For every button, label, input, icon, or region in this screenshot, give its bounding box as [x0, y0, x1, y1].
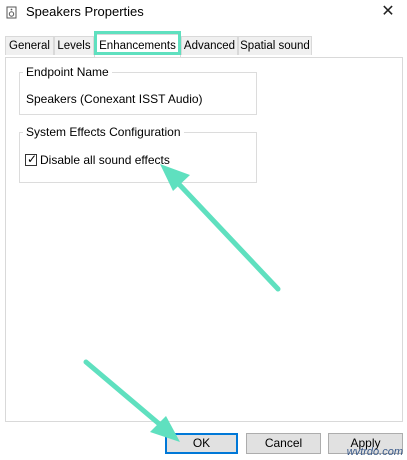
checkmark-icon: ✓ — [27, 152, 38, 166]
tab-spatial-sound[interactable]: Spatial sound — [238, 36, 312, 55]
ok-button[interactable]: OK — [165, 433, 238, 454]
disable-effects-label[interactable]: Disable all sound effects — [40, 153, 170, 167]
endpoint-name-group: Endpoint Name Speakers (Conexant ISST Au… — [19, 65, 257, 115]
system-effects-label: System Effects Configuration — [23, 125, 184, 139]
cancel-button[interactable]: Cancel — [246, 433, 321, 454]
tab-advanced[interactable]: Advanced — [181, 36, 238, 55]
tab-strip: General Levels Enhancements Advanced Spa… — [5, 34, 407, 57]
tab-general[interactable]: General — [5, 36, 54, 55]
speakers-properties-dialog: Speakers Properties ✕ General Levels Enh… — [0, 0, 407, 460]
speaker-icon — [6, 6, 18, 19]
tab-enhancements[interactable]: Enhancements — [94, 34, 181, 57]
tab-panel: Endpoint Name Speakers (Conexant ISST Au… — [5, 57, 403, 422]
watermark: wvtrdo.com — [346, 446, 403, 458]
endpoint-name-label: Endpoint Name — [23, 65, 112, 79]
title-bar: Speakers Properties ✕ — [0, 0, 407, 26]
tab-levels[interactable]: Levels — [54, 36, 94, 55]
endpoint-name-value: Speakers (Conexant ISST Audio) — [26, 92, 203, 106]
disable-effects-checkbox[interactable]: ✓ — [25, 152, 38, 166]
system-effects-group: System Effects Configuration ✓ Disable a… — [19, 125, 257, 183]
window-title: Speakers Properties — [26, 4, 144, 19]
close-icon[interactable]: ✕ — [369, 0, 407, 26]
